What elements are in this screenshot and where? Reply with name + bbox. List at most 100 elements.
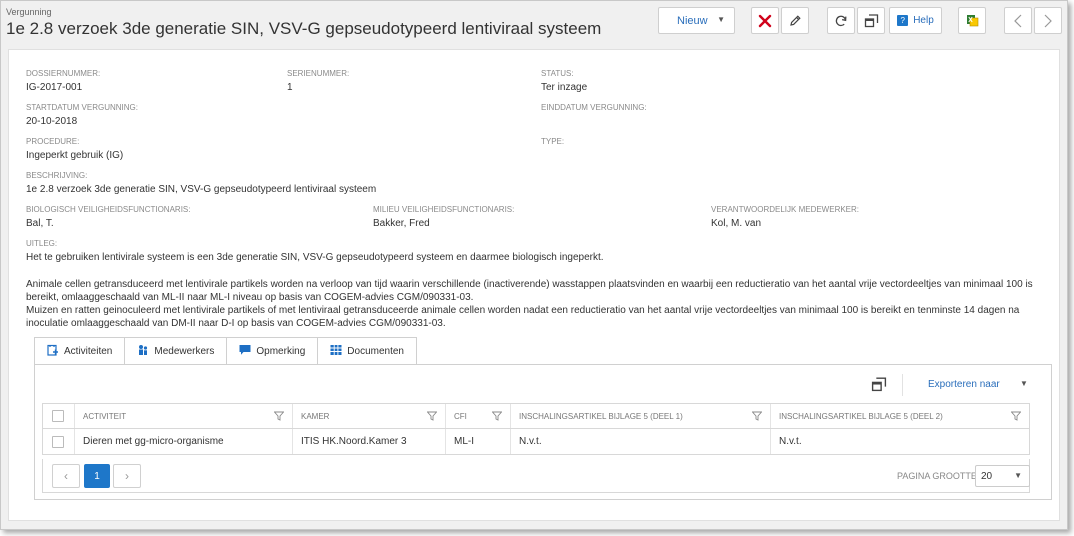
tab-activiteiten[interactable]: Activiteiten bbox=[34, 337, 125, 365]
status-label: STATUS: bbox=[541, 69, 574, 78]
filter-icon[interactable] bbox=[274, 411, 284, 421]
grid-pager: ‹ 1 › PAGINA GROOTTE 20 ▼ bbox=[42, 459, 1030, 493]
vm-label: VERANTWOORDELIJK MEDEWERKER: bbox=[711, 205, 860, 214]
pager-page-1[interactable]: 1 bbox=[84, 464, 110, 488]
bvf-value: Bal, T. bbox=[26, 218, 54, 229]
serienummer-value: 1 bbox=[287, 82, 293, 93]
help-icon: ? bbox=[897, 15, 909, 26]
chevron-down-icon[interactable]: ▼ bbox=[1020, 379, 1028, 388]
previous-record-button[interactable] bbox=[1004, 7, 1032, 34]
window-icon bbox=[864, 14, 878, 28]
activities-grid: ACTIVITEIT KAMER CFI INSCHALINGSARTIKEL … bbox=[42, 403, 1030, 455]
new-button-label: Nieuw bbox=[677, 14, 708, 27]
refresh-icon bbox=[835, 15, 847, 26]
next-record-button[interactable] bbox=[1034, 7, 1062, 34]
comment-icon bbox=[239, 344, 251, 359]
popout-button[interactable] bbox=[857, 7, 885, 34]
divider bbox=[902, 374, 903, 396]
status-value: Ter inzage bbox=[541, 82, 588, 93]
column-header-label: ACTIVITEIT bbox=[83, 411, 127, 421]
breadcrumb[interactable]: Vergunning bbox=[6, 7, 52, 17]
new-button[interactable]: Nieuw ▼ bbox=[658, 7, 735, 34]
export-dropdown[interactable]: Exporteren naar bbox=[928, 379, 1000, 390]
edit-button[interactable] bbox=[781, 7, 809, 34]
einddatum-label: EINDDATUM VERGUNNING: bbox=[541, 103, 647, 112]
refresh-button[interactable] bbox=[827, 7, 855, 34]
startdatum-label: STARTDATUM VERGUNNING: bbox=[26, 103, 139, 112]
tab-medewerkers[interactable]: Medewerkers bbox=[124, 337, 227, 365]
help-button[interactable]: ? Help bbox=[889, 7, 942, 34]
excel-icon bbox=[966, 15, 978, 27]
column-header-label: CFI bbox=[454, 411, 467, 421]
page-size-value: 20 bbox=[981, 470, 993, 482]
cell-cfi: ML-I bbox=[446, 429, 511, 454]
table-icon bbox=[330, 344, 342, 359]
column-header-bijlage-deel-1[interactable]: INSCHALINGSARTIKEL BIJLAGE 5 (DEEL 1) bbox=[511, 404, 771, 428]
uitleg-paragraph-2: Animale cellen getransduceerd met lentiv… bbox=[26, 279, 1033, 303]
activities-icon bbox=[47, 344, 59, 359]
tab-bar: Activiteiten Medewerkers Opmerking Docum… bbox=[34, 337, 417, 365]
cell-kamer: ITIS HK.Noord.Kamer 3 bbox=[293, 429, 446, 454]
type-label: TYPE: bbox=[541, 137, 565, 146]
filter-icon[interactable] bbox=[752, 411, 762, 421]
export-excel-button[interactable] bbox=[958, 7, 986, 34]
chevron-right-icon bbox=[1044, 14, 1052, 27]
grid-header-row: ACTIVITEIT KAMER CFI INSCHALINGSARTIKEL … bbox=[43, 404, 1029, 429]
column-header-kamer[interactable]: KAMER bbox=[293, 404, 446, 428]
chevron-right-icon: › bbox=[125, 469, 129, 483]
uitleg-paragraph-3: Muizen en ratten geinoculeerd met lentiv… bbox=[26, 305, 1020, 329]
startdatum-value: 20-10-2018 bbox=[26, 116, 78, 127]
window-icon bbox=[871, 377, 887, 392]
page-title: 1e 2.8 verzoek 3de generatie SIN, VSV-G … bbox=[6, 19, 602, 38]
chevron-left-icon bbox=[1014, 14, 1022, 27]
column-header-bijlage-deel-2[interactable]: INSCHALINGSARTIKEL BIJLAGE 5 (DEEL 2) bbox=[771, 404, 1029, 428]
beschrijving-label: BESCHRIJVING: bbox=[26, 171, 88, 180]
mvf-label: MILIEU VEILIGHEIDSFUNCTIONARIS: bbox=[373, 205, 515, 214]
chevron-down-icon: ▼ bbox=[717, 15, 725, 24]
procedure-value: Ingeperkt gebruik (IG) bbox=[26, 150, 124, 161]
close-icon bbox=[758, 14, 772, 27]
uitleg-paragraph-1: Het te gebruiken lentivirale systeem is … bbox=[26, 252, 604, 263]
procedure-label: PROCEDURE: bbox=[26, 137, 80, 146]
page-header: Vergunning 1e 2.8 verzoek 3de generatie … bbox=[1, 1, 1067, 45]
panel-popout-button[interactable] bbox=[871, 376, 887, 392]
mvf-value: Bakker, Fred bbox=[373, 218, 430, 229]
page-size-select[interactable]: 20 ▼ bbox=[975, 465, 1030, 487]
filter-icon[interactable] bbox=[427, 411, 437, 421]
page-size-label: PAGINA GROOTTE bbox=[897, 471, 977, 481]
tab-label: Documenten bbox=[347, 345, 404, 357]
bvf-label: BIOLOGISCH VEILIGHEIDSFUNCTIONARIS: bbox=[26, 205, 191, 214]
delete-button[interactable] bbox=[751, 7, 779, 34]
users-icon bbox=[137, 344, 149, 359]
tab-opmerking[interactable]: Opmerking bbox=[226, 337, 318, 365]
tab-documenten[interactable]: Documenten bbox=[317, 337, 417, 365]
beschrijving-value: 1e 2.8 verzoek 3de generatie SIN, VSV-G … bbox=[26, 184, 377, 195]
cell-bijlage-deel-2: N.v.t. bbox=[779, 436, 802, 447]
row-checkbox-cell bbox=[43, 429, 75, 454]
pager-next-button[interactable]: › bbox=[113, 464, 141, 488]
help-button-label: Help bbox=[913, 15, 934, 26]
cell-activiteit: Dieren met gg-micro-organisme bbox=[75, 429, 293, 454]
dossiernummer-value: IG-2017-001 bbox=[26, 82, 83, 93]
pencil-icon bbox=[790, 14, 801, 26]
app-window: Vergunning 1e 2.8 verzoek 3de generatie … bbox=[0, 0, 1068, 530]
column-header-label: KAMER bbox=[301, 411, 330, 421]
tab-label: Activiteiten bbox=[64, 345, 113, 357]
chevron-down-icon: ▼ bbox=[1014, 471, 1022, 480]
column-header-label: INSCHALINGSARTIKEL BIJLAGE 5 (DEEL 2) bbox=[779, 411, 943, 421]
uitleg-label: UITLEG: bbox=[26, 239, 58, 248]
select-all-checkbox[interactable] bbox=[52, 410, 64, 422]
row-checkbox[interactable] bbox=[52, 435, 64, 448]
column-header-activiteit[interactable]: ACTIVITEIT bbox=[75, 404, 293, 428]
filter-icon[interactable] bbox=[1011, 411, 1021, 421]
table-row[interactable]: Dieren met gg-micro-organisme ITIS HK.No… bbox=[43, 429, 1029, 454]
pager-previous-button[interactable]: ‹ bbox=[52, 464, 80, 488]
activities-panel: Exporteren naar ▼ ACTIVITEIT KAMER CFI I… bbox=[34, 364, 1052, 500]
vm-value: Kol, M. van bbox=[711, 218, 762, 229]
tab-label: Opmerking bbox=[256, 345, 306, 357]
dossiernummer-label: DOSSIERNUMMER: bbox=[26, 69, 101, 78]
select-all-checkbox-cell bbox=[43, 404, 75, 428]
filter-icon[interactable] bbox=[492, 411, 502, 421]
column-header-cfi[interactable]: CFI bbox=[446, 404, 511, 428]
chevron-left-icon: ‹ bbox=[64, 469, 68, 483]
